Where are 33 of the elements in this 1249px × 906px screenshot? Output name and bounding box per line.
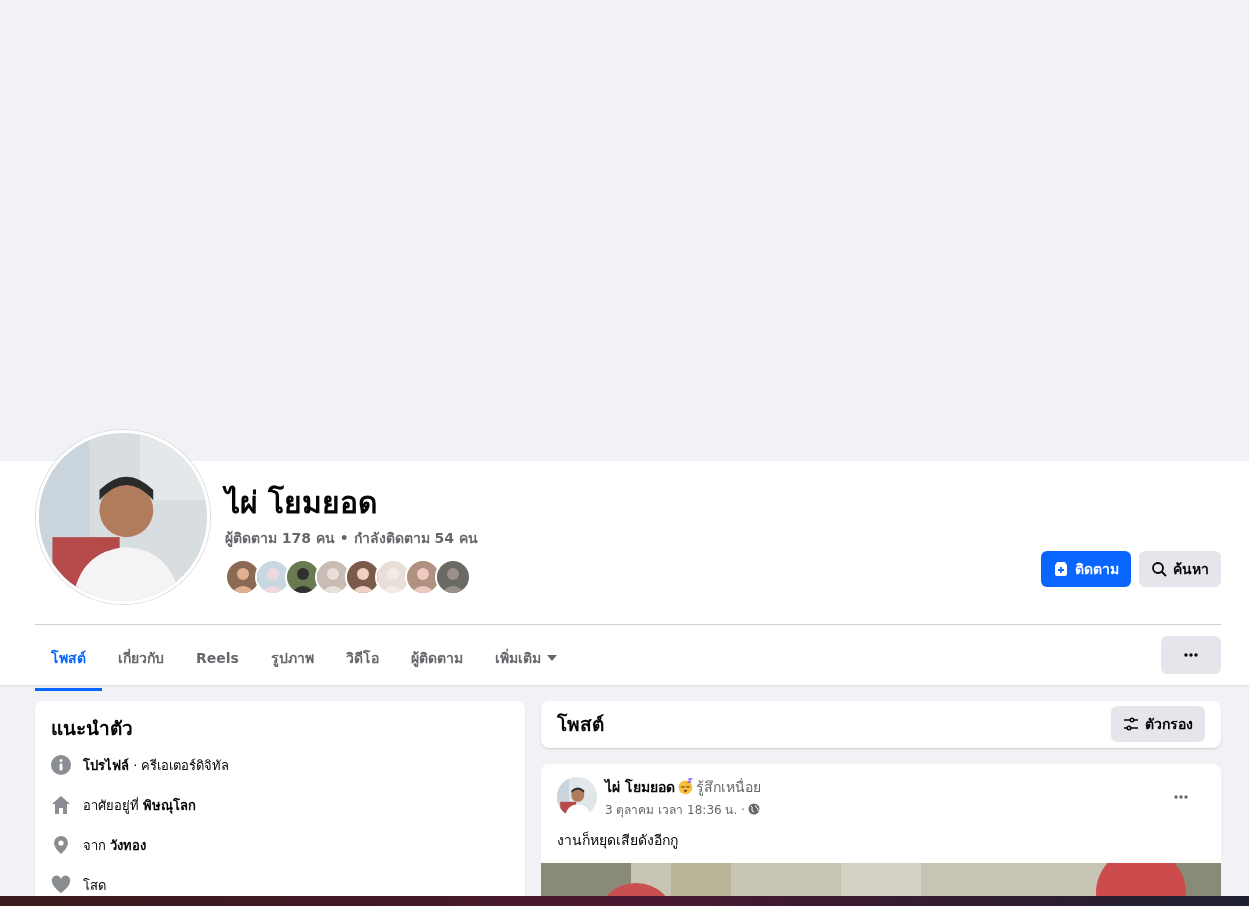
sleepy-face-icon bbox=[676, 778, 694, 796]
filter-button[interactable]: ตัวกรอง bbox=[1111, 706, 1205, 743]
posts-title: โพสต์ bbox=[557, 712, 604, 738]
intro-detail: โปรไฟล์ · ครีเอเตอร์ดิจิทัล bbox=[83, 756, 230, 775]
intro-detail: โสด bbox=[83, 876, 106, 895]
tab[interactable]: Reels bbox=[180, 625, 255, 691]
globe-icon bbox=[747, 803, 760, 816]
tab[interactable]: เพิ่มเติม bbox=[478, 625, 573, 691]
tab[interactable]: รูปภาพ bbox=[254, 625, 330, 691]
search-button[interactable]: ค้นหา bbox=[1139, 551, 1221, 587]
intro-detail: อาศัยอยู่ที่ พิษณุโลก bbox=[83, 796, 197, 816]
more-icon bbox=[1183, 653, 1199, 657]
more-icon bbox=[1173, 795, 1189, 800]
follow-button[interactable]: ติดตาม bbox=[1041, 551, 1131, 587]
intro-title: แนะนำตัว bbox=[51, 716, 134, 741]
tab[interactable]: ผู้ติดตาม bbox=[394, 625, 479, 691]
info-icon bbox=[51, 755, 71, 775]
location-pin-icon bbox=[51, 835, 71, 855]
follower-stats[interactable]: ผู้ติดตาม 178 คน • กำลังติดตาม 54 คน bbox=[225, 527, 478, 549]
intro-detail: จาก วังทอง bbox=[83, 836, 147, 855]
filter-icon bbox=[1123, 716, 1139, 733]
post-time[interactable]: 3 ตุลาคม เวลา 18:36 น. · bbox=[605, 799, 745, 819]
tab[interactable]: วิดีโอ bbox=[329, 625, 395, 691]
follow-icon bbox=[1053, 561, 1069, 577]
heart-icon bbox=[51, 875, 71, 895]
home-icon bbox=[51, 795, 71, 815]
search-icon bbox=[1151, 561, 1167, 577]
feeling-text: รู้สึกเหนื่อย bbox=[695, 777, 761, 798]
post-author[interactable]: ไผ่ โยมยอด bbox=[605, 775, 675, 798]
tab[interactable]: โพสต์ bbox=[35, 625, 102, 691]
more-button[interactable] bbox=[1161, 636, 1221, 674]
post-text: งานก็หยุดเสียดังอีกกู bbox=[556, 830, 679, 851]
tab[interactable]: เกี่ยวกับ bbox=[102, 625, 180, 691]
